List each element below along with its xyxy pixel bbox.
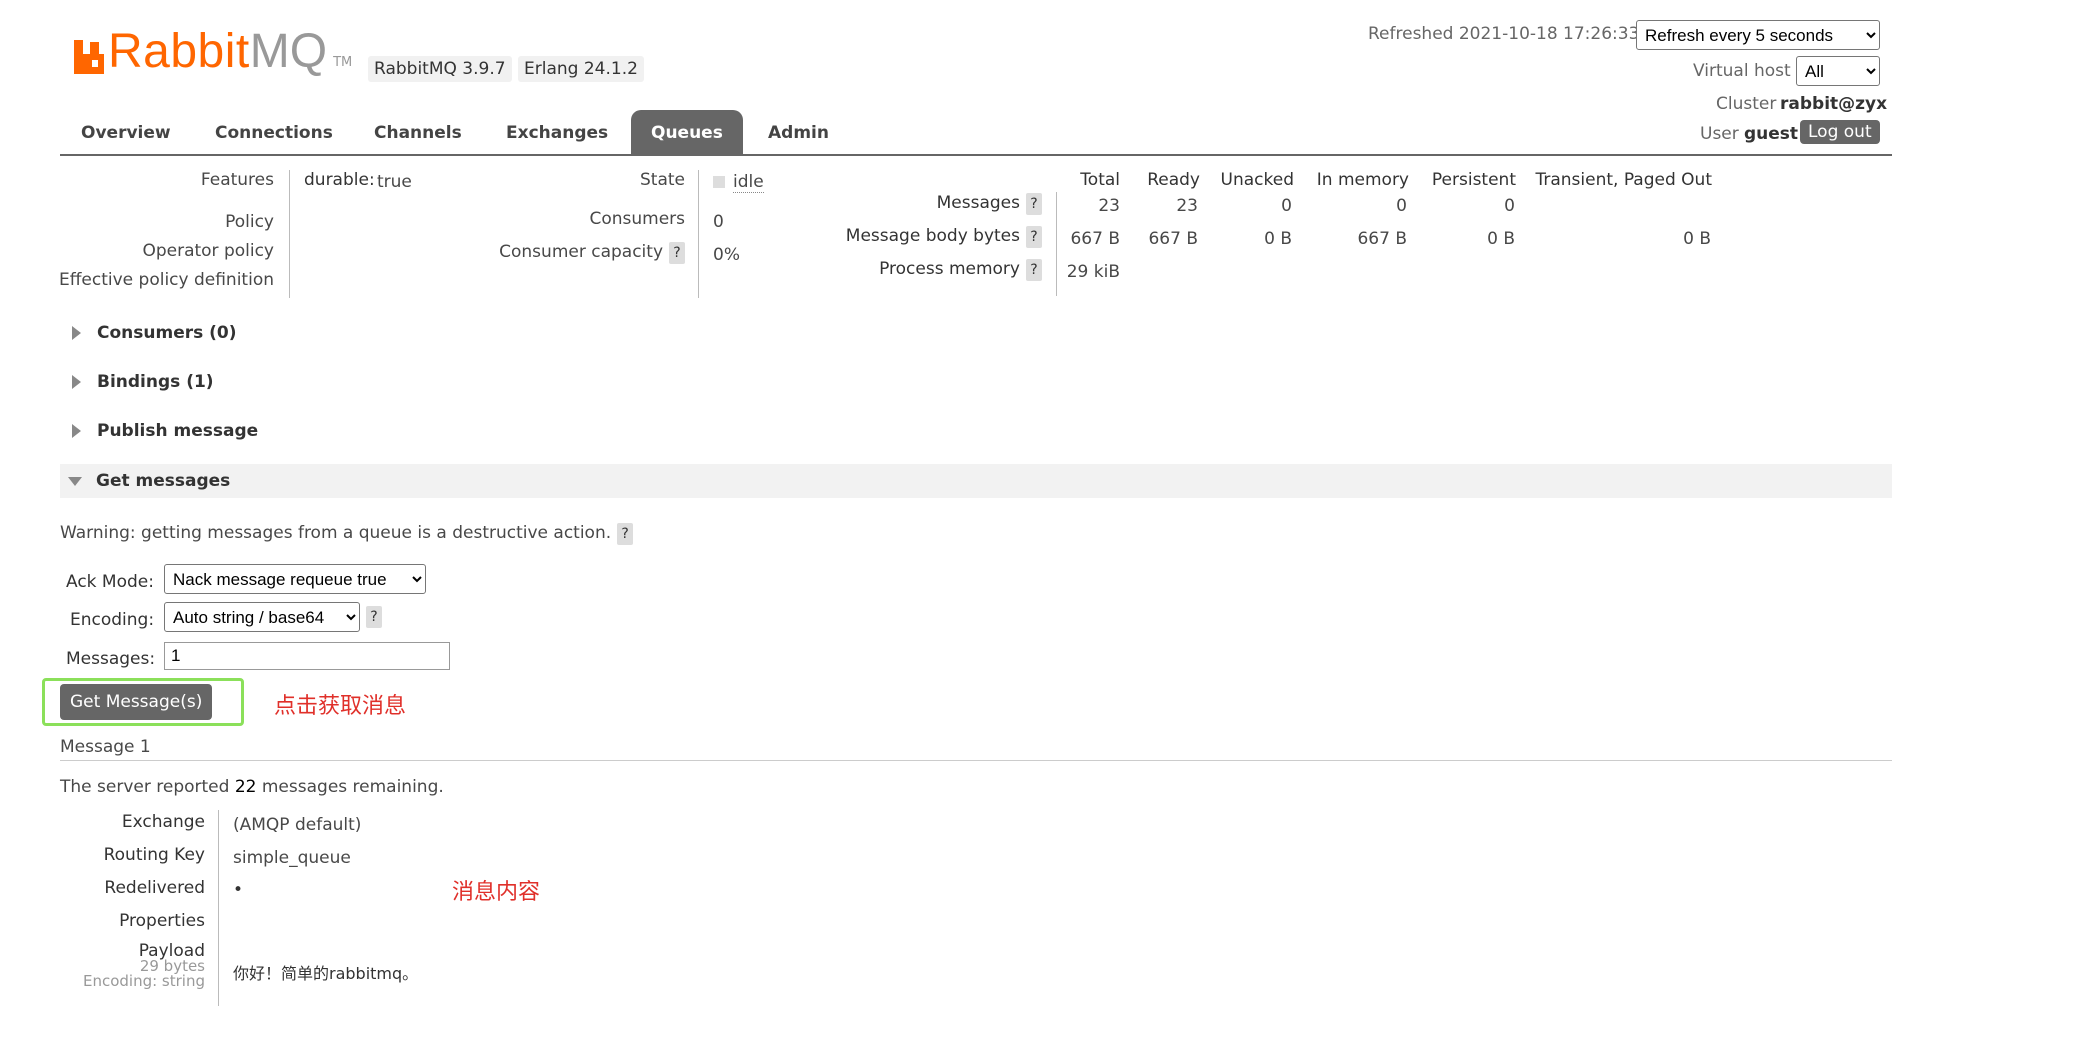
exchange-label: Exchange — [121, 812, 205, 832]
messages-ready: 23 — [1176, 196, 1198, 216]
expand-arrow-icon — [72, 326, 81, 340]
col-ready: Ready — [1147, 170, 1200, 190]
col-unacked: Unacked — [1220, 170, 1294, 190]
routing-key-value: simple_queue — [233, 848, 351, 868]
process-memory-value: 29 kiB — [1066, 262, 1120, 282]
consumer-capacity-label: Consumer capacity? — [499, 242, 685, 264]
payload-encoding: Encoding: string — [82, 972, 205, 990]
logo-text-mq: MQ — [249, 25, 328, 78]
row-label-process-memory: Process memory? — [879, 259, 1042, 281]
exchange-value: (AMQP default) — [233, 815, 362, 835]
state-value: idle — [713, 172, 764, 193]
expand-arrow-icon — [72, 375, 81, 389]
tab-exchanges[interactable]: Exchanges — [486, 110, 628, 154]
policy-label: Policy — [225, 212, 274, 232]
payload-value: 你好！简单的rabbitmq。 — [233, 964, 419, 983]
section-bindings[interactable]: Bindings (1) — [60, 365, 214, 399]
nav-divider — [60, 154, 1892, 156]
tab-connections[interactable]: Connections — [195, 110, 353, 154]
routing-key-label: Routing Key — [103, 845, 205, 865]
version-badge: RabbitMQ 3.9.7 — [368, 56, 512, 82]
logout-button[interactable]: Log out — [1800, 120, 1880, 144]
section-publish-message[interactable]: Publish message — [60, 414, 258, 448]
body-bytes-in-memory: 667 B — [1357, 229, 1407, 249]
encoding-select[interactable]: Auto string / base64 — [164, 602, 360, 632]
messages-count-input[interactable] — [164, 642, 450, 670]
tab-admin[interactable]: Admin — [748, 110, 849, 154]
tab-queues[interactable]: Queues — [631, 110, 743, 154]
annotation-click-to-get: 点击获取消息 — [274, 694, 407, 719]
redelivered-value: • — [233, 880, 244, 900]
state-indicator-icon — [713, 176, 725, 188]
col-total: Total — [1080, 170, 1120, 190]
messages-unacked: 0 — [1281, 196, 1292, 216]
destructive-warning: Warning: getting messages from a queue i… — [60, 523, 634, 545]
features-value: true — [377, 172, 412, 192]
process-memory-help-icon[interactable]: ? — [1026, 259, 1042, 281]
operator-policy-label: Operator policy — [142, 241, 274, 261]
message-divider — [60, 760, 1892, 761]
section-consumers[interactable]: Consumers (0) — [60, 316, 237, 350]
logo-text-rabbit: Rabbit — [108, 25, 250, 78]
col-in-memory: In memory — [1316, 170, 1409, 190]
body-bytes-total: 667 B — [1070, 229, 1120, 249]
body-bytes-persistent: 0 B — [1487, 229, 1515, 249]
ack-mode-label: Ack Mode: — [66, 572, 154, 592]
consumer-capacity-help-icon[interactable]: ? — [669, 242, 685, 264]
rabbitmq-logo-icon — [74, 40, 104, 74]
logo-trademark: TM — [333, 55, 353, 70]
messages-in-memory: 0 — [1396, 196, 1407, 216]
stats-divider — [1056, 192, 1057, 296]
annotation-message-content: 消息内容 — [452, 880, 541, 905]
body-bytes-transient: 0 B — [1683, 229, 1711, 249]
message-title: Message 1 — [60, 737, 151, 757]
remaining-text: The server reported 22 messages remainin… — [60, 777, 444, 797]
remaining-count: 22 — [234, 777, 257, 797]
cluster-name: rabbit@zyx — [1780, 94, 1888, 114]
details-divider-2 — [698, 170, 699, 298]
tab-overview[interactable]: Overview — [61, 110, 191, 154]
col-transient-paged-out: Transient, Paged Out — [1535, 170, 1712, 190]
col-persistent: Persistent — [1431, 170, 1516, 190]
state-label: State — [640, 170, 685, 190]
refreshed-timestamp: Refreshed 2021-10-18 17:26:33 — [1368, 24, 1640, 44]
consumers-value: 0 — [713, 212, 724, 232]
message-details-divider — [218, 810, 219, 1006]
erlang-badge: Erlang 24.1.2 — [518, 56, 644, 82]
warning-help-icon[interactable]: ? — [617, 523, 634, 545]
ack-mode-select[interactable]: Nack message requeue true — [164, 564, 426, 594]
tab-channels[interactable]: Channels — [354, 110, 482, 154]
consumer-capacity-value: 0% — [713, 245, 740, 265]
messages-total: 23 — [1098, 196, 1120, 216]
messages-help-icon[interactable]: ? — [1026, 193, 1042, 215]
body-bytes-ready: 667 B — [1148, 229, 1198, 249]
row-label-messages: Messages? — [937, 193, 1042, 215]
features-key: durable: — [304, 170, 375, 190]
virtual-host-select[interactable]: All — [1796, 56, 1880, 86]
encoding-help-icon[interactable]: ? — [366, 606, 382, 628]
messages-persistent: 0 — [1504, 196, 1515, 216]
body-bytes-help-icon[interactable]: ? — [1026, 226, 1042, 248]
user-name: guest — [1744, 124, 1799, 144]
refresh-interval-select[interactable]: Refresh every 5 seconds — [1636, 20, 1880, 50]
body-bytes-unacked: 0 B — [1264, 229, 1292, 249]
messages-count-label: Messages: — [66, 649, 156, 669]
row-label-message-body-bytes: Message body bytes? — [846, 226, 1042, 248]
features-label: Features — [200, 170, 274, 190]
effective-policy-label: Effective policy definition — [58, 270, 274, 290]
properties-label: Properties — [119, 911, 205, 931]
user-label: User — [1700, 124, 1739, 144]
expand-arrow-icon — [72, 424, 81, 438]
cluster-label: Cluster — [1716, 94, 1777, 114]
collapse-arrow-icon — [68, 476, 82, 486]
get-messages-button[interactable]: Get Message(s) — [60, 684, 213, 720]
virtual-host-label: Virtual host — [1693, 61, 1791, 81]
encoding-label: Encoding: — [70, 610, 155, 630]
details-divider-1 — [289, 170, 290, 298]
consumers-label: Consumers — [589, 209, 685, 229]
redelivered-label: Redelivered — [104, 878, 205, 898]
rabbitmq-logo[interactable]: Rabbit MQ TM — [74, 25, 353, 78]
section-get-messages[interactable]: Get messages — [60, 464, 1892, 498]
